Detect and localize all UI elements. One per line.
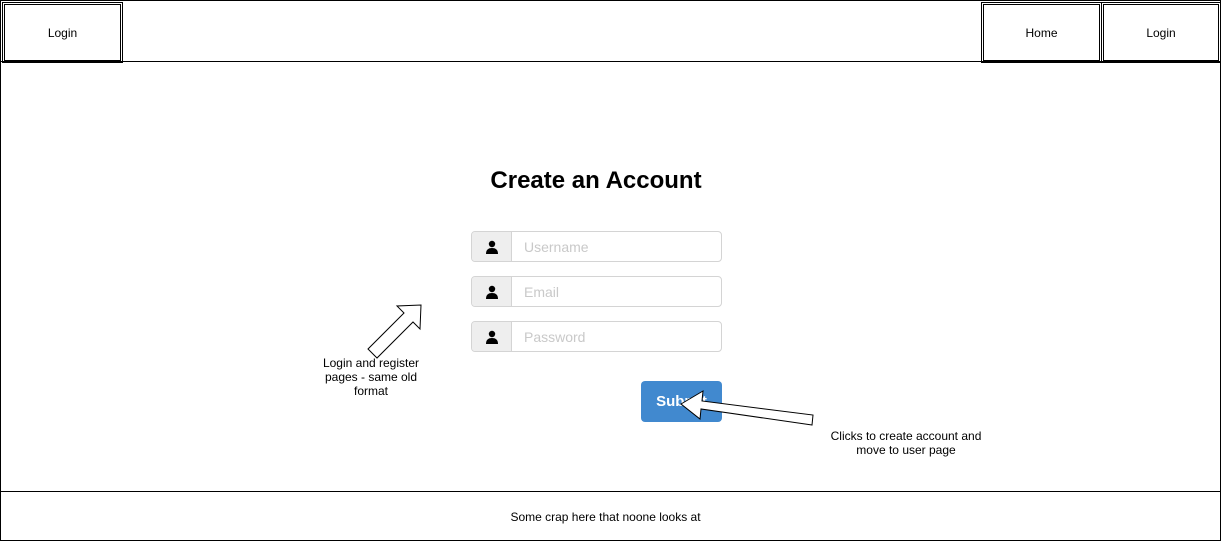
username-field[interactable] — [471, 231, 722, 262]
user-icon — [472, 232, 512, 261]
nav-home-label: Home — [1025, 25, 1058, 40]
email-field[interactable] — [471, 276, 722, 307]
footer-text: Some crap here that noone looks at — [510, 509, 701, 524]
brand-login-box[interactable]: Login — [2, 2, 123, 63]
submit-button[interactable]: Submit — [641, 381, 722, 422]
header-bar: Login Home Login — [1, 1, 1221, 63]
nav-home-button[interactable]: Home — [981, 2, 1102, 63]
password-input[interactable] — [512, 322, 721, 351]
nav-login-button[interactable]: Login — [1101, 2, 1221, 63]
email-input[interactable] — [512, 277, 721, 306]
brand-login-label: Login — [47, 25, 78, 40]
page-title: Create an Account — [490, 167, 702, 194]
annotation-left-note: Login and register pages - same old form… — [322, 356, 420, 398]
annotation-right-note: Clicks to create account and move to use… — [830, 429, 982, 457]
nav-login-label: Login — [1146, 25, 1176, 40]
user-icon — [472, 322, 512, 351]
wireframe-frame: Login Home Login Create an Account Usern… — [0, 0, 1221, 541]
username-input[interactable] — [512, 232, 721, 261]
footer-bar: Some crap here that noone looks at — [1, 491, 1220, 541]
user-icon — [472, 277, 512, 306]
password-field[interactable] — [471, 321, 722, 352]
